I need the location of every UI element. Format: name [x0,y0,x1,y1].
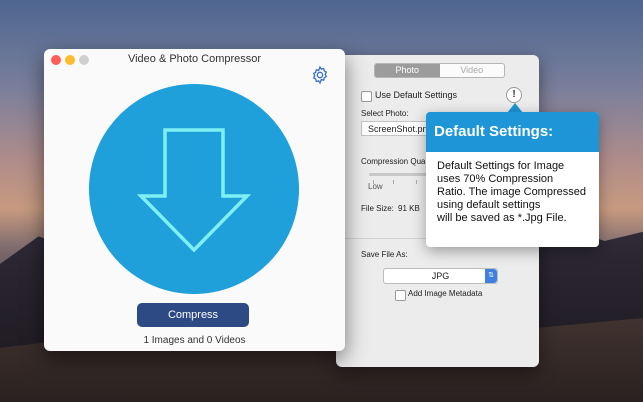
photo-video-segmented-control[interactable]: Photo Video [374,63,505,78]
slider-tick [393,180,394,184]
metadata-label: Add Image Metadata [408,289,483,298]
window-title: Video & Photo Compressor [127,53,262,65]
compress-button[interactable]: Compress [137,303,249,327]
use-default-label: Use Default Settings [375,90,458,100]
slider-low-label: Low [368,182,383,191]
file-size-value: 91 KB [398,204,420,213]
status-count: 1 Images and 0 Videos [143,335,246,346]
format-select[interactable]: JPG ⇅ [383,268,498,284]
default-settings-popover: Default Settings: Default Settings for I… [426,112,599,247]
popover-line: will be saved as *.Jpg File. [437,212,567,224]
popover-line: Default Settings for Image [437,160,565,172]
file-size-label: File Size: [361,204,394,213]
save-file-label: Save File As: [361,250,408,259]
popover-line: Ratio. The image Compressed [437,186,586,198]
tab-photo[interactable]: Photo [375,64,440,77]
chevron-updown-icon: ⇅ [485,269,497,283]
drop-zone[interactable] [89,84,299,294]
select-photo-label: Select Photo: [361,109,409,118]
metadata-checkbox[interactable] [395,290,406,301]
popover-body: Default Settings for Image uses 70% Comp… [426,152,599,225]
slider-tick [416,180,417,184]
info-icon[interactable]: ! [506,87,522,103]
format-value: JPG [431,271,450,281]
popover-line: using default settings [437,199,541,211]
popover-line: uses 70% Compression [437,173,554,185]
tab-video[interactable]: Video [440,64,505,77]
popover-heading: Default Settings: [426,112,599,152]
use-default-checkbox[interactable] [361,91,372,102]
gear-icon[interactable] [310,65,330,85]
main-window: Video & Photo Compressor Compress 1 Imag… [44,49,345,351]
compression-quality-label: Compression Qua [361,157,426,166]
download-arrow-icon [136,128,252,253]
